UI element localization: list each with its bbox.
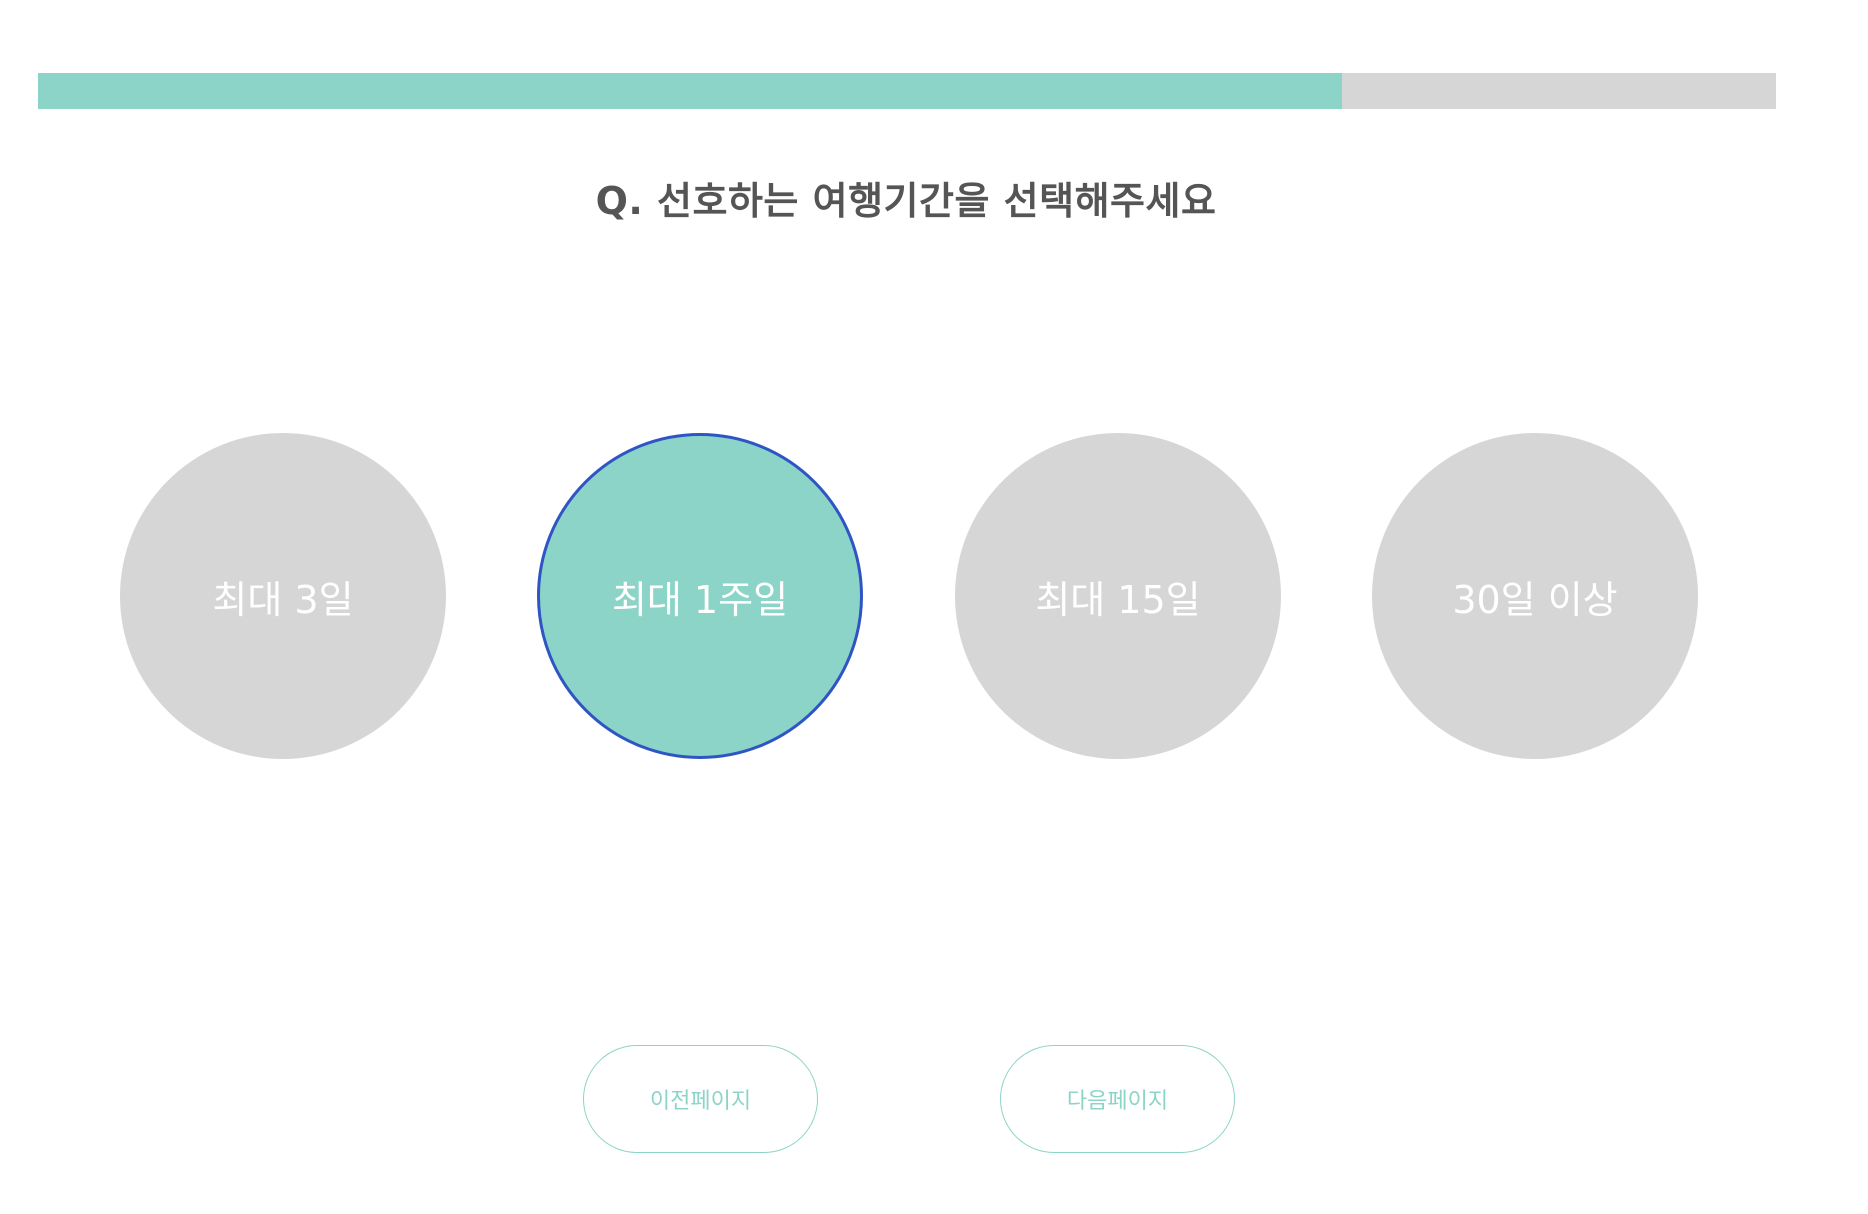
prev-page-button[interactable]: 이전페이지: [583, 1045, 818, 1153]
progress-bar-fill: [38, 73, 1342, 109]
option-list: 최대 3일 최대 1주일 최대 15일 30일 이상: [0, 433, 1868, 761]
option-max-3-days[interactable]: 최대 3일: [120, 433, 446, 759]
option-max-1-week[interactable]: 최대 1주일: [537, 433, 863, 759]
progress-bar: [38, 73, 1776, 109]
next-page-button[interactable]: 다음페이지: [1000, 1045, 1235, 1153]
option-30-days-plus[interactable]: 30일 이상: [1372, 433, 1698, 759]
option-max-15-days[interactable]: 최대 15일: [955, 433, 1281, 759]
question-title: Q. 선호하는 여행기간을 선택해주세요: [595, 179, 1217, 223]
